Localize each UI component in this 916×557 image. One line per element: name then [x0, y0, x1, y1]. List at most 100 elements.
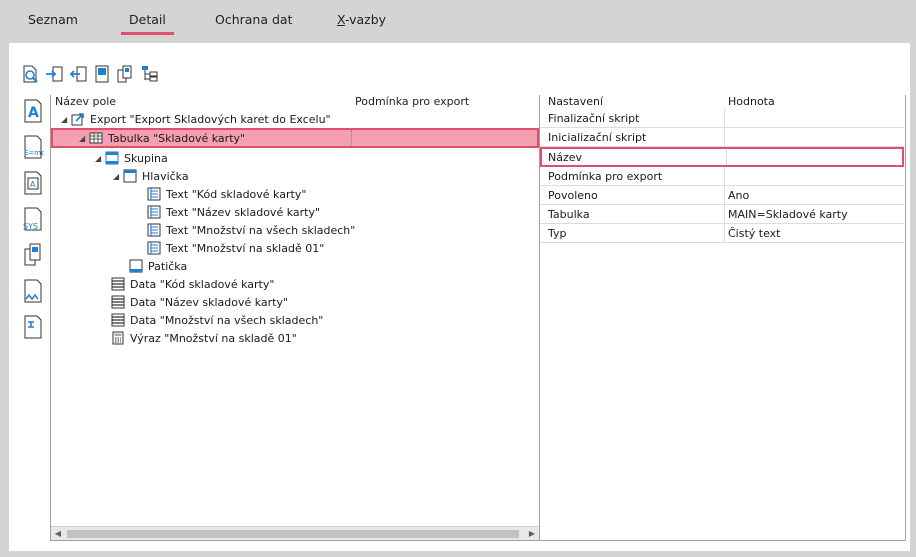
- field-tree: Název pole Podmínka pro export ◢ Export …: [50, 95, 540, 541]
- tree-node-label: Hlavička: [142, 169, 189, 183]
- scroll-left-icon[interactable]: ◀: [51, 527, 65, 541]
- tree-node-label: Text "Kód skladové karty": [166, 187, 307, 201]
- col-header-value[interactable]: Hodnota: [728, 95, 775, 108]
- expression-icon: [112, 331, 124, 345]
- tree-node-text-kod[interactable]: Text "Kód skladové karty": [51, 185, 539, 203]
- collapse-arrow-icon[interactable]: ◢: [95, 154, 105, 163]
- tab-bar: Seznam Detail Ochrana dat X-vazby: [0, 0, 916, 42]
- variable-icon[interactable]: A: [19, 167, 47, 199]
- export-field-icon[interactable]: [19, 311, 47, 343]
- copy-pages-icon[interactable]: [115, 63, 137, 85]
- prop-name: Název: [548, 151, 583, 164]
- text-icon: [147, 223, 161, 237]
- tree-horizontal-scrollbar[interactable]: ◀ ▶: [51, 526, 539, 540]
- text-icon: [147, 241, 161, 255]
- column-divider: [724, 167, 725, 185]
- tree-node-text-mnozstvi-01[interactable]: Text "Množství na skladě 01": [51, 239, 539, 257]
- prop-row-podminka[interactable]: Podmínka pro export: [540, 167, 904, 186]
- tree-node-export[interactable]: ◢ Export "Export Skladových karet do Exc…: [51, 110, 539, 128]
- prop-row-povoleno[interactable]: Povoleno Ano: [540, 186, 904, 205]
- prop-value[interactable]: Čistý text: [728, 227, 781, 240]
- scrollbar-thumb[interactable]: [67, 530, 519, 538]
- scroll-right-icon[interactable]: ▶: [525, 527, 539, 541]
- tree-node-group[interactable]: ◢ Skupina: [51, 149, 539, 167]
- prop-value[interactable]: Ano: [728, 189, 749, 202]
- svg-text:SYS: SYS: [23, 222, 38, 231]
- tree-node-table[interactable]: ◢ Tabulka "Skladové karty": [51, 128, 539, 148]
- tree-node-label: Data "Název skladové karty": [130, 295, 289, 309]
- prop-name: Inicializační skript: [548, 131, 647, 144]
- table-field-icon[interactable]: [19, 275, 47, 307]
- tree-node-label: Text "Název skladové karty": [166, 205, 321, 219]
- tree-node-data-kod[interactable]: Data "Kód skladové karty": [51, 275, 539, 293]
- header-icon: [123, 169, 137, 183]
- collapse-arrow-icon[interactable]: ◢: [61, 115, 71, 124]
- tree-node-text-mnozstvi-vse[interactable]: Text "Množství na všech skladech": [51, 221, 539, 239]
- prop-row-tabulka[interactable]: Tabulka MAIN=Skladové karty: [540, 205, 904, 224]
- prop-row-typ[interactable]: Typ Čistý text: [540, 224, 904, 243]
- prop-name: Tabulka: [548, 208, 590, 221]
- col-header-name[interactable]: Název pole: [55, 95, 116, 108]
- tree-node-data-nazev[interactable]: Data "Název skladové karty": [51, 293, 539, 311]
- tree-node-data-mnozstvi[interactable]: Data "Množství na všech skladech": [51, 311, 539, 329]
- tab-x-vazby[interactable]: X-vazby: [329, 12, 394, 34]
- system-variable-icon[interactable]: SYS: [19, 203, 47, 235]
- tab-label: Ochrana dat: [215, 12, 293, 27]
- tree-node-label: Export "Export Skladových karet do Excel…: [90, 112, 331, 126]
- footer-icon: [129, 259, 143, 273]
- formula-icon[interactable]: E=mc²: [19, 131, 47, 163]
- col-header-setting[interactable]: Nastavení: [548, 95, 603, 108]
- prop-row-nazev[interactable]: Název: [540, 147, 904, 167]
- collapse-arrow-icon[interactable]: ◢: [113, 172, 123, 181]
- tree-node-label: Patička: [148, 259, 188, 273]
- data-icon: [111, 313, 125, 327]
- tree-node-label: Výraz "Množství na skladě 01": [130, 331, 297, 345]
- export-icon: [71, 113, 84, 126]
- prop-name: Podmínka pro export: [548, 170, 663, 183]
- tree-node-label: Text "Množství na všech skladech": [166, 223, 356, 237]
- text-icon: [147, 187, 161, 201]
- prop-row-finalizacni-skript[interactable]: Finalizační skript: [540, 109, 904, 128]
- tab-accel: X: [337, 12, 345, 27]
- prop-name: Finalizační skript: [548, 112, 640, 125]
- tab-seznam[interactable]: Seznam: [20, 12, 86, 34]
- text-field-icon[interactable]: A: [19, 95, 47, 127]
- page-icon[interactable]: [91, 63, 113, 85]
- column-divider: [724, 224, 725, 242]
- property-grid: Nastavení Hodnota Finalizační skript Ini…: [540, 95, 906, 541]
- props-header: Nastavení Hodnota: [540, 95, 905, 109]
- remove-field-icon[interactable]: [67, 63, 89, 85]
- tab-detail[interactable]: Detail: [121, 12, 174, 35]
- tree-header: Název pole Podmínka pro export: [51, 95, 539, 109]
- column-divider: [724, 109, 725, 127]
- preview-icon[interactable]: [19, 63, 41, 85]
- tree-node-label: Skupina: [124, 151, 168, 165]
- copy-field-icon[interactable]: [19, 239, 47, 271]
- toolbar: [19, 63, 161, 85]
- tree-node-text-nazev[interactable]: Text "Název skladové karty": [51, 203, 539, 221]
- prop-name: Typ: [548, 227, 567, 240]
- tree-node-label: Tabulka "Skladové karty": [108, 131, 246, 145]
- svg-text:A: A: [30, 180, 36, 189]
- tab-label: Detail: [129, 12, 166, 27]
- table-icon: [89, 132, 103, 144]
- insert-field-icon[interactable]: [43, 63, 65, 85]
- structure-icon[interactable]: [139, 63, 161, 85]
- field-type-sidebar: A E=mc² A SYS: [19, 95, 47, 541]
- prop-row-inicializacni-skript[interactable]: Inicializační skript: [540, 128, 904, 147]
- tree-node-label: Data "Množství na všech skladech": [130, 313, 324, 327]
- tree-node-expression[interactable]: Výraz "Množství na skladě 01": [51, 329, 539, 347]
- tree-node-label: Text "Množství na skladě 01": [166, 241, 325, 255]
- tree-node-label: Data "Kód skladové karty": [130, 277, 275, 291]
- tree-node-footer[interactable]: Patička: [51, 257, 539, 275]
- condition-cell[interactable]: [351, 130, 352, 146]
- tab-ochrana-dat[interactable]: Ochrana dat: [207, 12, 300, 34]
- col-header-condition[interactable]: Podmínka pro export: [355, 95, 469, 108]
- detail-workspace: A E=mc² A SYS Název pole Podmínka pro ex…: [9, 43, 910, 551]
- svg-text:E=mc²: E=mc²: [24, 149, 44, 157]
- collapse-arrow-icon[interactable]: ◢: [79, 134, 89, 143]
- data-icon: [111, 277, 125, 291]
- tree-node-header[interactable]: ◢ Hlavička: [51, 167, 539, 185]
- prop-value[interactable]: MAIN=Skladové karty: [728, 208, 848, 221]
- column-divider: [724, 128, 725, 146]
